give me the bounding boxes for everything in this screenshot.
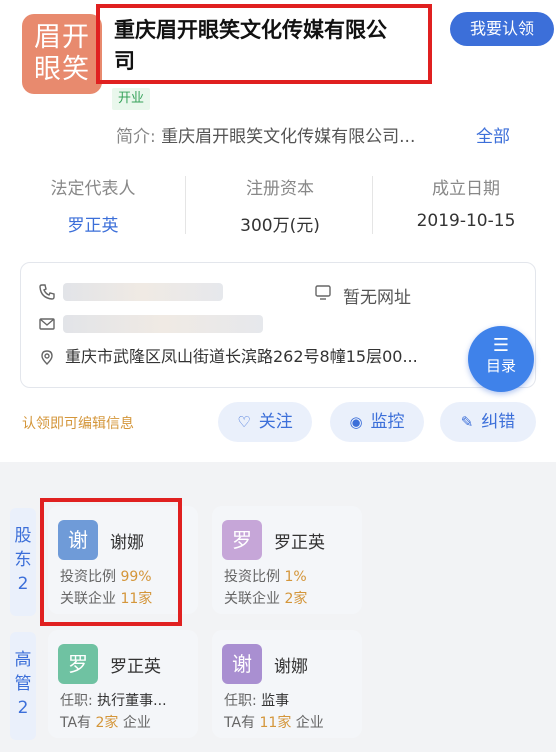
legal-rep-col: 法定代表人 罗正英 bbox=[8, 174, 178, 236]
related-companies: 关联企业 2家 bbox=[224, 591, 308, 607]
shareholders-label: 股 东 2 bbox=[10, 508, 36, 616]
monitor-button[interactable]: ◉ 监控 bbox=[330, 402, 424, 442]
founded-value: 2019-10-15 bbox=[416, 211, 516, 231]
legal-rep-link[interactable]: 罗正英 bbox=[8, 211, 178, 236]
executive-card[interactable]: 罗 罗正英 任职: 执行董事... TA有 2家 企业 bbox=[48, 630, 198, 738]
list-icon: ☰ bbox=[492, 335, 510, 356]
company-name: 重庆眉开眼笑文化传媒有限公 司 bbox=[96, 4, 432, 84]
basic-info-row: 法定代表人 罗正英 注册资本 300万(元) 成立日期 2019-10-15 bbox=[0, 174, 556, 246]
legal-rep-label: 法定代表人 bbox=[50, 179, 136, 199]
edit-icon: ✎ bbox=[460, 413, 474, 431]
avatar: 罗 bbox=[58, 644, 98, 684]
executive-card[interactable]: 谢 谢娜 任职: 监事 TA有 11家 企业 bbox=[212, 630, 362, 738]
heart-icon: ♡ bbox=[237, 413, 251, 431]
phone-blurred bbox=[63, 283, 223, 301]
related-companies: TA有 2家 企业 bbox=[60, 715, 151, 731]
claim-button[interactable]: 我要认领 bbox=[450, 12, 554, 46]
edit-hint[interactable]: 认领即可编辑信息 bbox=[22, 413, 134, 433]
toc-button[interactable]: ☰ 目录 bbox=[468, 326, 534, 392]
founded-label: 成立日期 bbox=[432, 179, 500, 199]
follow-button[interactable]: ♡ 关注 bbox=[218, 402, 312, 442]
company-intro: 简介: 重庆眉开眼笑文化传媒有限公司... bbox=[116, 122, 415, 147]
eye-icon: ◉ bbox=[349, 413, 363, 431]
intro-text: 重庆眉开眼笑文化传媒有限公司... bbox=[161, 127, 416, 147]
location-icon bbox=[37, 349, 57, 369]
monitor-icon bbox=[313, 283, 333, 303]
intro-more-link[interactable]: 全部 bbox=[476, 122, 510, 147]
divider bbox=[372, 176, 373, 234]
company-logo: 眉开 眼笑 bbox=[22, 14, 102, 94]
divider bbox=[185, 176, 186, 234]
email-blurred bbox=[63, 315, 263, 333]
toc-label: 目录 bbox=[485, 357, 516, 375]
avatar: 谢 bbox=[222, 644, 262, 684]
phone-icon bbox=[37, 283, 57, 303]
person-name: 谢娜 bbox=[274, 657, 308, 677]
position: 任职: 执行董事... bbox=[60, 693, 167, 709]
intro-label: 简介: bbox=[116, 127, 156, 147]
person-name: 罗正英 bbox=[274, 533, 325, 553]
annotation-highlight-box bbox=[40, 498, 182, 626]
correct-button[interactable]: ✎ 纠错 bbox=[440, 402, 536, 442]
shareholder-card[interactable]: 罗 罗正英 投资比例 1% 关联企业 2家 bbox=[212, 506, 362, 614]
capital-col: 注册资本 300万(元) bbox=[195, 174, 365, 236]
position: 任职: 监事 bbox=[224, 693, 290, 709]
investment-ratio: 投资比例 1% bbox=[224, 569, 307, 585]
executives-label: 高 管 2 bbox=[10, 632, 36, 740]
address-value[interactable]: 重庆市武隆区凤山街道长滨路262号8幢15层00... bbox=[65, 343, 505, 367]
founded-col: 成立日期 2019-10-15 bbox=[381, 174, 551, 231]
mail-icon bbox=[37, 315, 57, 335]
capital-value: 300万(元) bbox=[240, 216, 320, 236]
company-header-card: 眉开 眼笑 重庆眉开眼笑文化传媒有限公 司 我要认领 开业 简介: 重庆眉开眼笑… bbox=[0, 0, 556, 462]
capital-label: 注册资本 bbox=[246, 179, 314, 199]
status-badge: 开业 bbox=[112, 88, 151, 110]
website-value: 暂无网址 bbox=[343, 288, 411, 308]
person-name: 罗正英 bbox=[110, 657, 161, 677]
related-companies: TA有 11家 企业 bbox=[224, 715, 324, 731]
avatar: 罗 bbox=[222, 520, 262, 560]
contact-box: 暂无网址 重庆市武隆区凤山街道长滨路262号8幢15层00... bbox=[20, 262, 536, 388]
